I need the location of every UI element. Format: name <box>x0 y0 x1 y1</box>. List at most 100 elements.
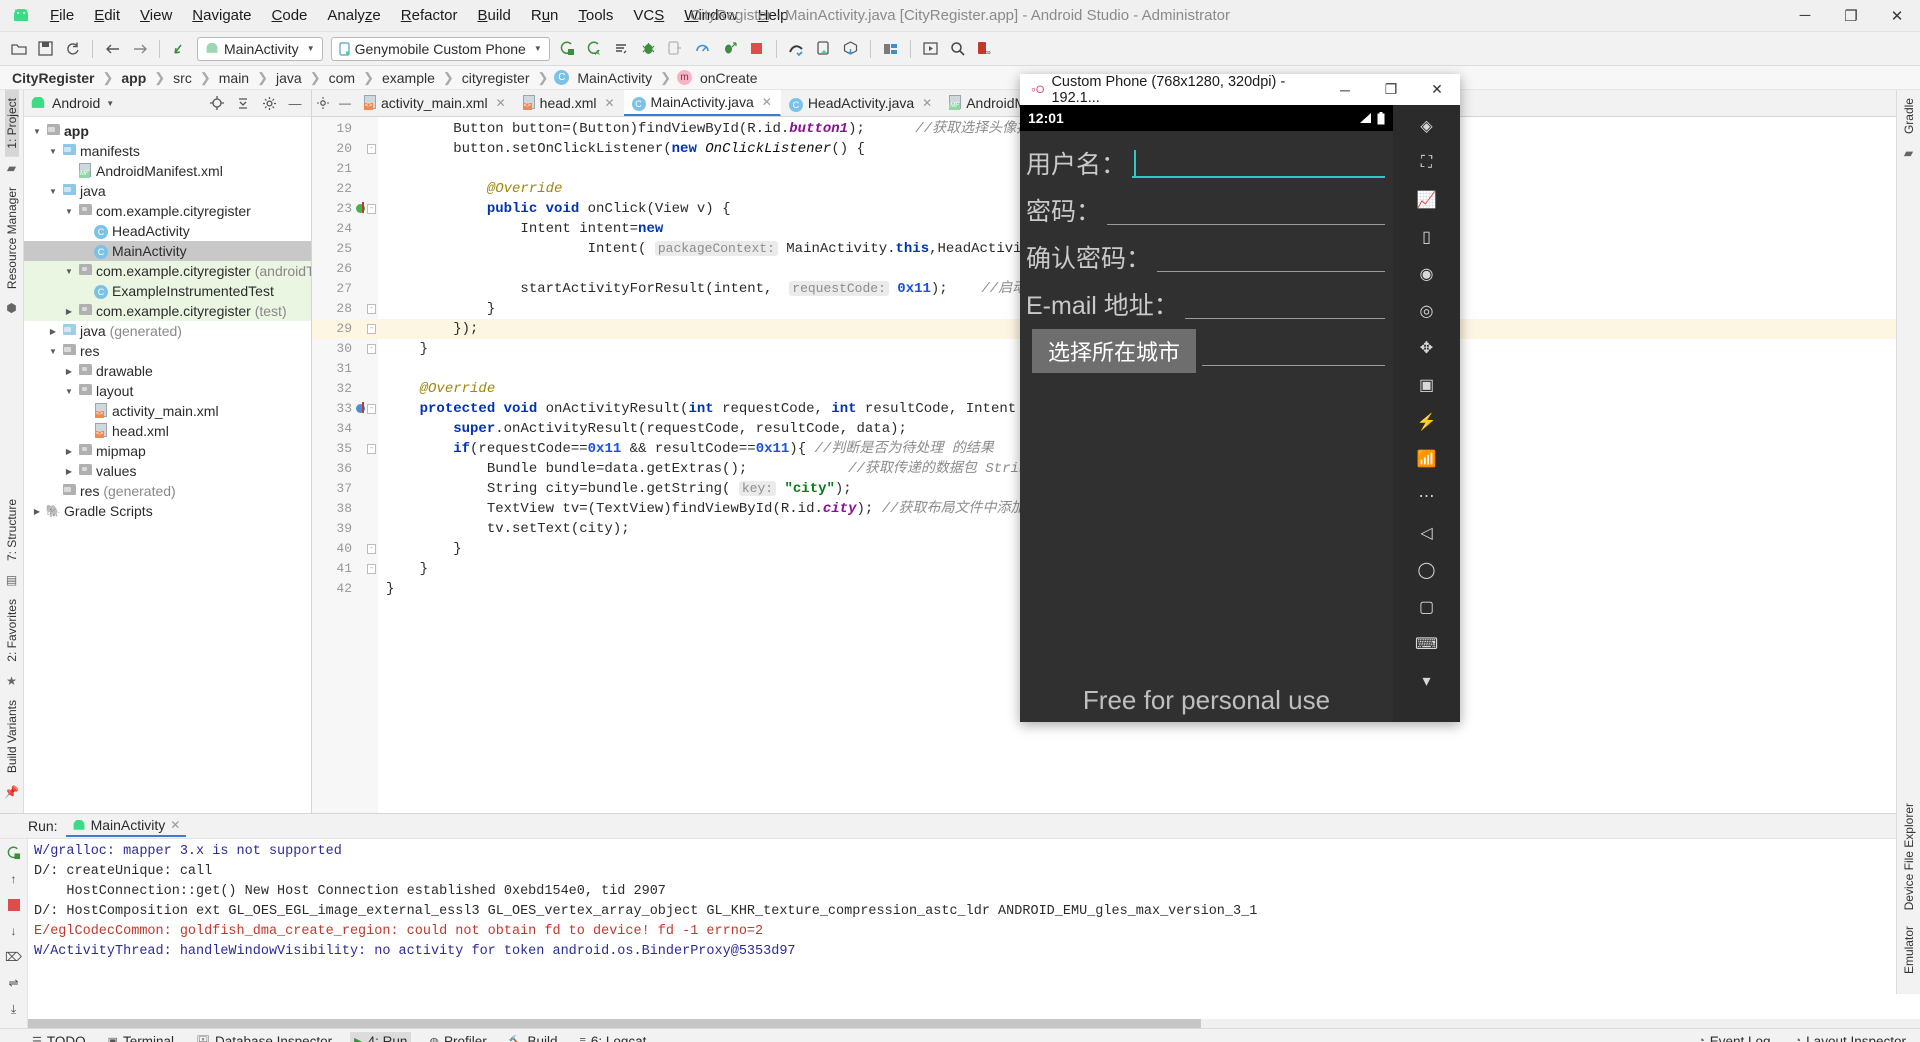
breadcrumb-item-0[interactable]: CityRegister <box>10 70 96 86</box>
close-icon[interactable]: ✕ <box>762 95 772 109</box>
city-result-field[interactable] <box>1202 336 1385 366</box>
maximize-button[interactable]: ❐ <box>1828 0 1874 31</box>
minimize-button[interactable]: ─ <box>1782 0 1828 31</box>
run-coverage-icon[interactable] <box>717 36 742 61</box>
sidebar-item-device-file-explorer[interactable]: Device File Explorer <box>1902 795 1916 918</box>
up-arrow-icon[interactable]: ↑ <box>4 869 24 889</box>
emulator-close-button[interactable]: ✕ <box>1414 74 1460 105</box>
device-selector[interactable]: Genymobile Custom Phone ▼ <box>330 36 550 61</box>
form-input-1[interactable] <box>1107 195 1385 225</box>
editor-tab-head-xml[interactable]: <> head.xml ✕ <box>515 90 624 116</box>
tree-node-headactivity[interactable]: C HeadActivity <box>24 221 311 241</box>
tree-expand-arrow[interactable]: ▶ <box>62 447 76 456</box>
code-fold-marker[interactable]: - <box>367 544 376 554</box>
keyboard-icon[interactable]: ⌨ <box>1410 629 1444 659</box>
sidebar-item-structure[interactable]: 7: Structure <box>5 491 19 569</box>
gutter-run-marker[interactable] <box>356 202 365 213</box>
filter-icon[interactable]: ⌦ <box>4 947 24 967</box>
avd-manager-icon[interactable] <box>811 36 836 61</box>
sync-icon[interactable] <box>60 36 85 61</box>
home-nav-icon[interactable]: ◯ <box>1410 555 1444 585</box>
tree-node-java[interactable]: ▼ java <box>24 181 311 201</box>
menu-view[interactable]: View <box>130 3 182 28</box>
tree-node-exampleinstrumentedtest[interactable]: C ExampleInstrumentedTest <box>24 281 311 301</box>
monitor-icon[interactable]: 📈 <box>1410 185 1444 215</box>
sidebar-item-emulator[interactable]: Emulator <box>1902 918 1916 982</box>
stop-icon[interactable] <box>744 36 769 61</box>
tree-expand-arrow[interactable]: ▶ <box>46 327 60 336</box>
bottom-tab-layout-inspector[interactable]: ◔ Layout Inspector <box>1791 1032 1910 1042</box>
more-icon[interactable]: ▾ <box>1410 666 1444 696</box>
menu-window[interactable]: Window <box>674 3 747 28</box>
phone-sms-icon[interactable]: ⋯ <box>1410 481 1444 511</box>
tree-expand-arrow[interactable]: ▼ <box>46 347 60 356</box>
gradle-elephant-icon[interactable]: ▰ <box>1904 146 1913 160</box>
code-fold-marker[interactable]: - <box>367 324 376 334</box>
sidebar-item-gradle[interactable]: Gradle <box>1902 90 1916 142</box>
soft-wrap-icon[interactable]: ⇌ <box>4 973 24 993</box>
menu-run[interactable]: Run <box>521 3 569 28</box>
project-structure-icon[interactable] <box>878 36 903 61</box>
gear-icon[interactable] <box>259 93 279 113</box>
breadcrumb-item-6[interactable]: example <box>380 70 437 86</box>
run-tab-mainactivity[interactable]: MainActivity ✕ <box>65 815 187 837</box>
tree-expand-arrow[interactable]: ▼ <box>46 147 60 156</box>
sidebar-item-favorites[interactable]: 2: Favorites <box>5 591 19 670</box>
tree-expand-arrow[interactable]: ▼ <box>62 267 76 276</box>
tree-node-values[interactable]: ▶ values <box>24 461 311 481</box>
scroll-to-end-icon[interactable]: ⤓ <box>4 999 24 1019</box>
apply-changes-icon[interactable]: A <box>582 36 607 61</box>
tree-expand-arrow[interactable]: ▼ <box>46 187 60 196</box>
code-fold-marker[interactable]: - <box>367 444 376 454</box>
tree-node-mainactivity[interactable]: C MainActivity <box>24 241 311 261</box>
forward-arrow-icon[interactable] <box>127 36 152 61</box>
chevron-down-icon[interactable]: ▼ <box>106 99 114 108</box>
gps-icon[interactable]: ◉ <box>1410 259 1444 289</box>
tree-expand-arrow[interactable]: ▼ <box>30 127 44 136</box>
resource-shapes-icon[interactable]: ⬢ <box>6 301 16 315</box>
search-icon[interactable] <box>945 36 970 61</box>
editor-tab-activity-main-xml[interactable]: <> activity_main.xml ✕ <box>356 90 515 116</box>
collapse-all-icon[interactable] <box>233 93 253 113</box>
hide-icon[interactable]: — <box>285 93 305 113</box>
breadcrumb-item-7[interactable]: cityregister <box>460 70 532 86</box>
sync-gradle-icon[interactable] <box>838 36 863 61</box>
save-icon[interactable] <box>33 36 58 61</box>
form-input-2[interactable] <box>1157 242 1385 272</box>
menu-build[interactable]: Build <box>467 3 520 28</box>
structure-icon[interactable]: ▤ <box>6 573 17 587</box>
sensors-icon[interactable]: ✥ <box>1410 333 1444 363</box>
close-icon[interactable]: ✕ <box>922 96 932 110</box>
editor-hide-icon[interactable]: — <box>334 90 356 116</box>
stop-icon[interactable] <box>4 895 24 915</box>
bottom-tab-event-log[interactable]: ◔ Event Log <box>1694 1032 1774 1042</box>
gutter-run-marker[interactable] <box>356 402 365 413</box>
tree-node-res[interactable]: res (generated) <box>24 481 311 501</box>
emulator-minimize-button[interactable]: ─ <box>1322 74 1368 105</box>
tree-node-com-example-cityregister[interactable]: ▼ com.example.cityregister (androidT <box>24 261 311 281</box>
menu-help[interactable]: Help <box>748 3 799 28</box>
tree-expand-arrow[interactable]: ▶ <box>62 467 76 476</box>
tree-node-androidmanifest-xml[interactable]: MF AndroidManifest.xml <box>24 161 311 181</box>
menu-navigate[interactable]: Navigate <box>182 3 261 28</box>
tree-expand-arrow[interactable]: ▼ <box>62 207 76 216</box>
breadcrumb-item-8[interactable]: MainActivity <box>575 70 654 86</box>
network-icon[interactable]: 📶 <box>1410 444 1444 474</box>
code-fold-marker[interactable]: - <box>367 144 376 154</box>
code-fold-marker[interactable]: - <box>367 304 376 314</box>
run-configuration-selector[interactable]: MainActivity ▼ <box>197 36 323 61</box>
sidebar-item-project[interactable]: 1: Project <box>4 90 19 157</box>
tree-node-drawable[interactable]: ▶ drawable <box>24 361 311 381</box>
tree-node-mipmap[interactable]: ▶ mipmap <box>24 441 311 461</box>
layout-preview-icon[interactable] <box>918 36 943 61</box>
breadcrumb-item-9[interactable]: onCreate <box>698 70 760 86</box>
back-nav-icon[interactable]: ◁ <box>1410 518 1444 548</box>
code-fold-marker[interactable]: - <box>367 404 376 414</box>
bottom-tab-build[interactable]: 🔨 Build <box>505 1032 562 1042</box>
code-fold-marker[interactable]: - <box>367 564 376 574</box>
breadcrumb-item-2[interactable]: src <box>171 70 194 86</box>
form-input-3[interactable] <box>1184 289 1385 319</box>
identifiers-icon[interactable]: ▣ <box>1410 370 1444 400</box>
tree-node-app[interactable]: ▼ app <box>24 121 311 141</box>
menu-vcs[interactable]: VCS <box>623 3 674 28</box>
